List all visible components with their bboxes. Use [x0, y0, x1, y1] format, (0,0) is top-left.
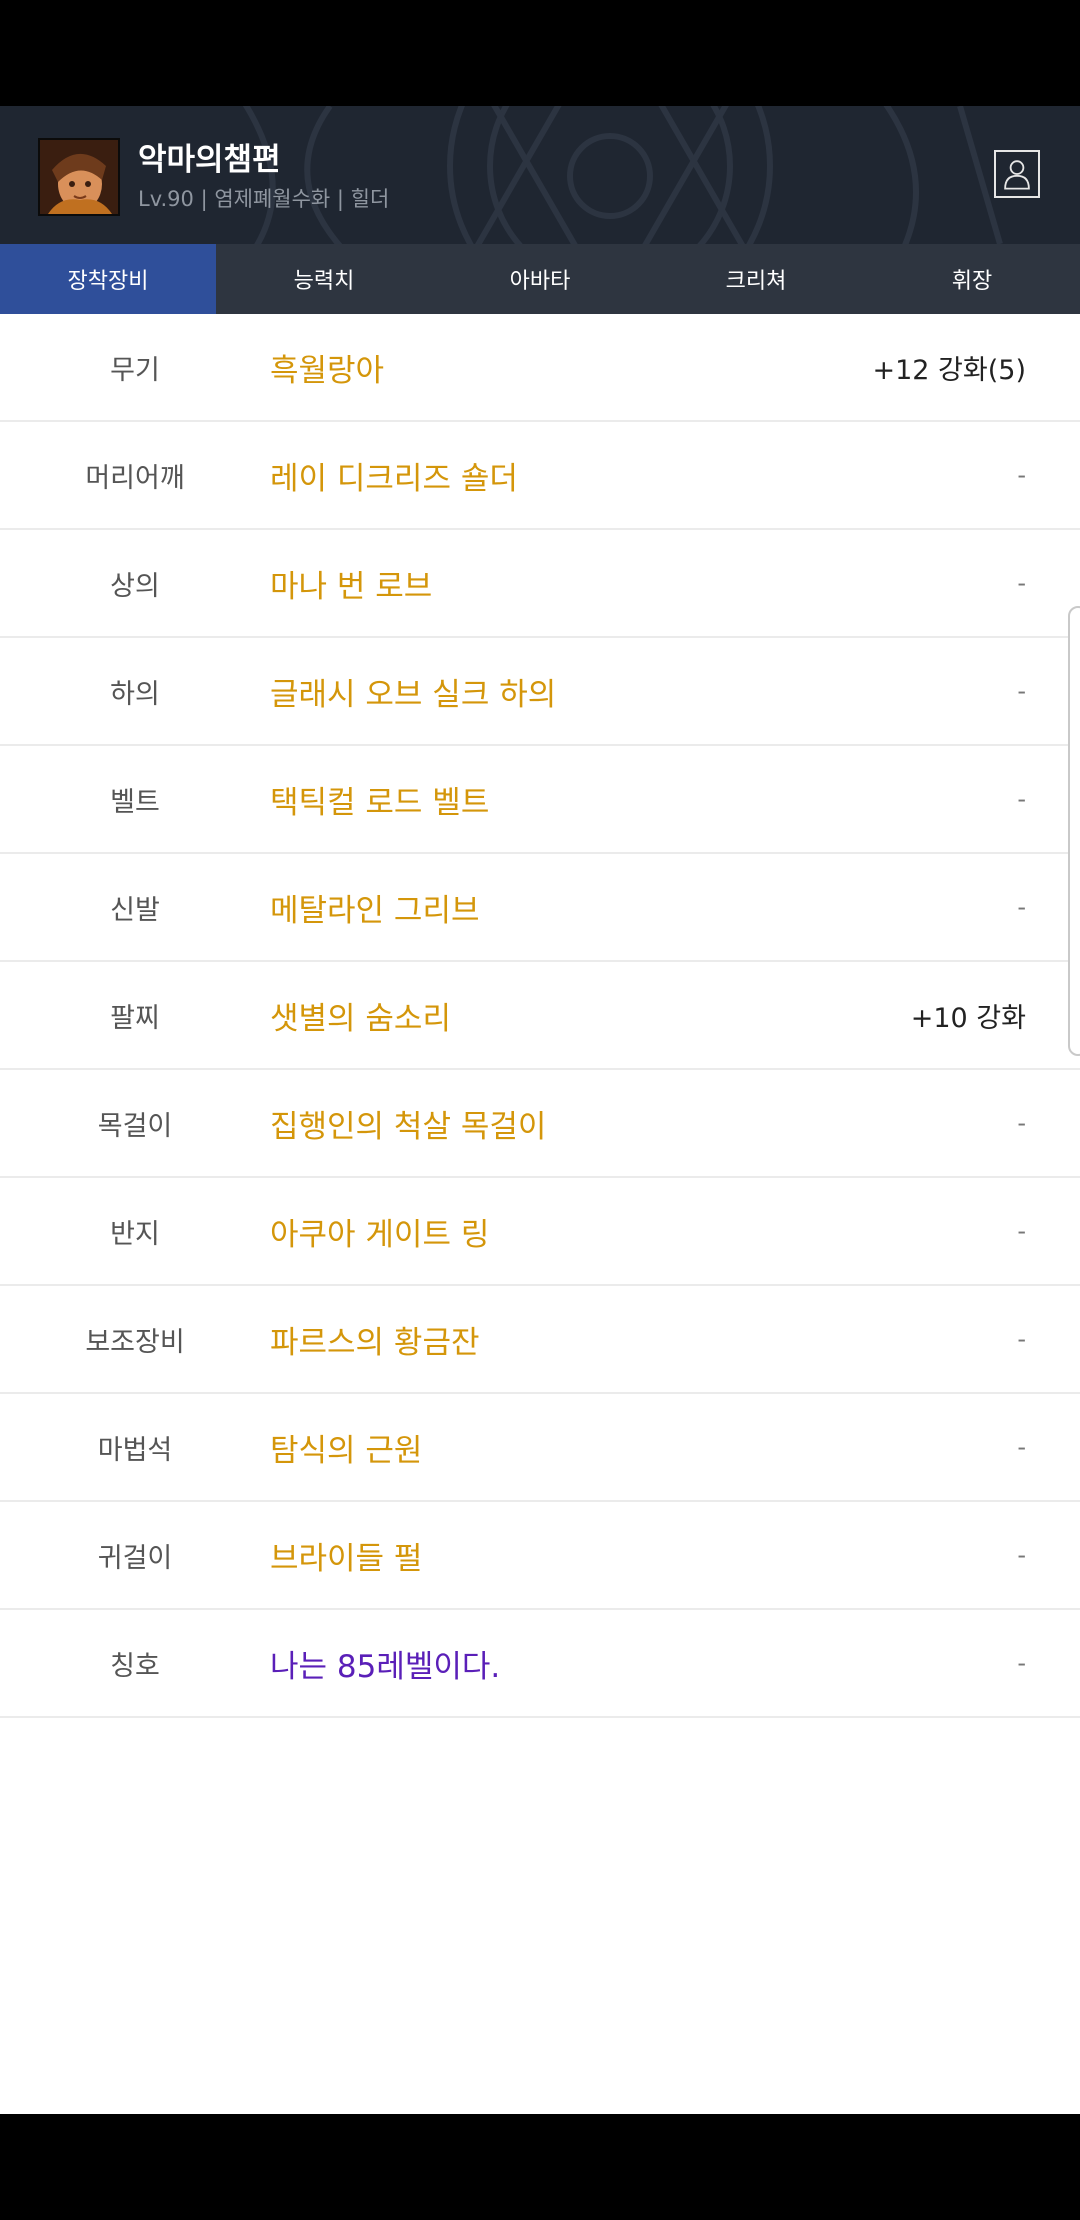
slot-label: 목걸이 [97, 1110, 173, 1142]
edge-panel-handle[interactable] [1068, 606, 1080, 1056]
item-name: 메탈라인 그리브 [270, 892, 480, 929]
item-name: 탐식의 근원 [270, 1432, 423, 1469]
item-name: 택틱컬 로드 벨트 [270, 784, 490, 821]
slot-label: 팔찌 [110, 1002, 160, 1034]
equipment-row-shoes[interactable]: 신발 메탈라인 그리브 - [0, 854, 1080, 962]
equipment-row-ring[interactable]: 반지 아쿠아 게이트 링 - [0, 1178, 1080, 1286]
equipment-row-title[interactable]: 칭호 나는 85레벨이다. - [0, 1610, 1080, 1718]
equipment-row-weapon[interactable]: 무기 흑월랑아 +12 강화(5) [0, 314, 1080, 422]
item-name: 파르스의 황금잔 [270, 1324, 480, 1361]
character-header: 악마의챔편 Lv.90 | 염제폐월수화 | 힐더 [0, 106, 1080, 244]
tab-bar: 장착장비 능력치 아바타 크리쳐 휘장 [0, 244, 1080, 314]
item-name: 레이 디크리즈 숄더 [270, 460, 518, 497]
equipment-row-belt[interactable]: 벨트 택틱컬 로드 벨트 - [0, 746, 1080, 854]
slot-label: 상의 [110, 570, 160, 602]
equipment-row-earring[interactable]: 귀걸이 브라이들 펄 - [0, 1502, 1080, 1610]
enhance-level: - [1017, 893, 1026, 921]
slot-label: 하의 [110, 678, 160, 710]
item-name: 브라이들 펄 [270, 1540, 423, 1577]
item-name: 나는 85레벨이다. [270, 1648, 501, 1685]
enhance-level: - [1017, 569, 1026, 597]
slot-label: 마법석 [97, 1434, 173, 1466]
equipment-row-bottom[interactable]: 하의 글래시 오브 실크 하의 - [0, 638, 1080, 746]
equipment-row-shoulder[interactable]: 머리어깨 레이 디크리즈 숄더 - [0, 422, 1080, 530]
slot-label: 반지 [110, 1218, 160, 1250]
user-profile-icon [1004, 160, 1030, 190]
item-name: 마나 번 로브 [270, 568, 433, 605]
enhance-level: - [1017, 1433, 1026, 1461]
enhance-level: - [1017, 1649, 1026, 1677]
slot-label: 벨트 [110, 786, 160, 818]
character-info: Lv.90 | 염제폐월수화 | 힐더 [138, 187, 390, 211]
enhance-level: - [1017, 1541, 1026, 1569]
profile-button[interactable] [994, 150, 1040, 198]
character-avatar[interactable] [38, 138, 120, 216]
enhance-level: +10 강화 [910, 1002, 1026, 1034]
equipment-row-support[interactable]: 보조장비 파르스의 황금잔 - [0, 1286, 1080, 1394]
equipment-row-top[interactable]: 상의 마나 번 로브 - [0, 530, 1080, 638]
equipment-row-bracelet[interactable]: 팔찌 샛별의 숨소리 +10 강화 [0, 962, 1080, 1070]
item-name: 집행인의 척살 목걸이 [270, 1108, 547, 1145]
slot-label: 신발 [110, 894, 160, 926]
item-name: 글래시 오브 실크 하의 [270, 676, 557, 713]
enhance-level: - [1017, 461, 1026, 489]
character-portrait-icon [40, 140, 118, 214]
equipment-list: 무기 흑월랑아 +12 강화(5) 머리어깨 레이 디크리즈 숄더 - 상의 마… [0, 314, 1080, 1718]
slot-label: 귀걸이 [97, 1542, 173, 1574]
item-name: 아쿠아 게이트 링 [270, 1216, 490, 1253]
slot-label: 머리어깨 [85, 462, 185, 494]
tab-equipment[interactable]: 장착장비 [0, 244, 216, 314]
slot-label: 보조장비 [85, 1326, 185, 1358]
enhance-level: - [1017, 785, 1026, 813]
equipment-row-necklace[interactable]: 목걸이 집행인의 척살 목걸이 - [0, 1070, 1080, 1178]
enhance-level: - [1017, 1325, 1026, 1353]
enhance-level: +12 강화(5) [872, 354, 1027, 386]
enhance-level: - [1017, 1109, 1026, 1137]
tab-stats[interactable]: 능력치 [216, 244, 432, 314]
slot-label: 무기 [110, 354, 160, 386]
item-name: 샛별의 숨소리 [270, 1000, 451, 1037]
tab-creature[interactable]: 크리쳐 [648, 244, 864, 314]
status-bar [0, 0, 1080, 106]
navigation-bar [0, 2114, 1080, 2220]
enhance-level: - [1017, 677, 1026, 705]
equipment-row-magicstone[interactable]: 마법석 탐식의 근원 - [0, 1394, 1080, 1502]
tab-avatar[interactable]: 아바타 [432, 244, 648, 314]
character-name: 악마의챔편 [138, 142, 281, 178]
enhance-level: - [1017, 1217, 1026, 1245]
slot-label: 칭호 [110, 1650, 160, 1682]
tab-emblem[interactable]: 휘장 [864, 244, 1080, 314]
item-name: 흑월랑아 [270, 352, 385, 389]
